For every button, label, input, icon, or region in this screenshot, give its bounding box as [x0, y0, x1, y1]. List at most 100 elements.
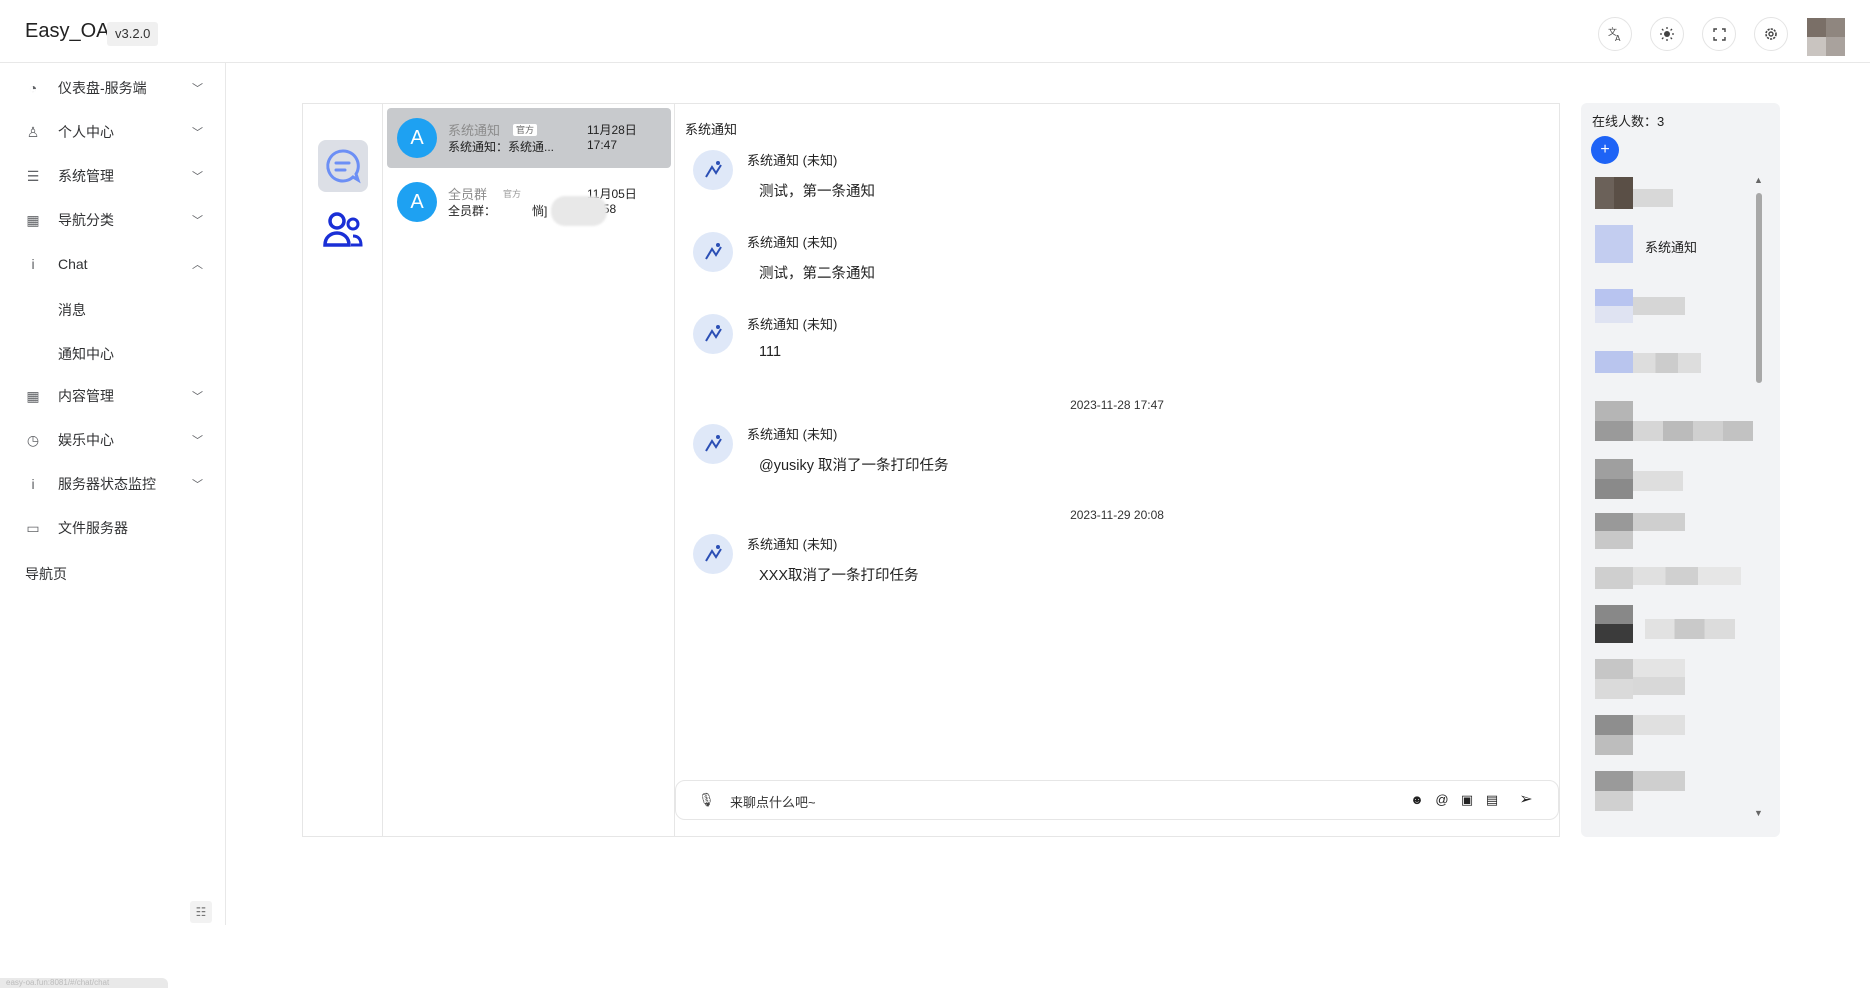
mention-icon[interactable]: @	[1432, 790, 1452, 810]
avatar: A	[397, 182, 437, 222]
chevron-down-icon: ﹀	[192, 127, 203, 139]
user-avatar[interactable]	[1807, 18, 1845, 56]
status-url: easy-oa.fun:8081/#/chat/chat	[0, 978, 168, 988]
bot-avatar	[693, 314, 733, 354]
sidebar-item-label: 文件服务器	[58, 520, 128, 536]
user-icon: ♙	[26, 123, 40, 140]
official-badge: 官方	[513, 124, 538, 136]
chat-bubble-icon[interactable]	[318, 140, 368, 192]
preview-text: 全员群：	[448, 204, 497, 218]
sidebar-item-server-monitor[interactable]: i 服务器状态监控 ﹀	[0, 462, 226, 506]
app-title: Easy_OA	[25, 20, 110, 42]
chevron-down-icon: ﹀	[192, 391, 203, 403]
add-button[interactable]: +	[1591, 136, 1619, 164]
sidebar-item-nav-category[interactable]: ▦ 导航分类 ﹀	[0, 198, 226, 242]
contacts-icon[interactable]	[318, 204, 368, 254]
image-icon[interactable]: ▣	[1457, 790, 1477, 810]
sidebar-item-nav-page[interactable]: 导航页	[25, 564, 67, 584]
svg-text:A: A	[1615, 34, 1621, 42]
sidebar-item-chat[interactable]: i Chat ︿	[0, 242, 226, 286]
sidebar-item-label: 仪表盘-服务端	[58, 80, 147, 96]
conversation-date: 11月28日	[587, 123, 637, 137]
sidebar-item-profile[interactable]: ♙ 个人中心 ﹀	[0, 110, 226, 154]
message-item: 系统通知 (未知) 测试，第一条通知	[693, 150, 1543, 220]
sidebar-item-entertainment[interactable]: ◷ 娱乐中心 ﹀	[0, 418, 226, 462]
dashboard-icon: ◔	[28, 80, 38, 96]
theme-icon[interactable]	[1650, 17, 1684, 51]
conversation-time: 11月28日 17:47	[587, 123, 637, 153]
online-list-scrollbar[interactable]: ▲ ▼	[1752, 175, 1766, 827]
sidebar-item-content[interactable]: ▦ 内容管理 ﹀	[0, 374, 226, 418]
message-date: 2023-11-28 17:47	[1070, 398, 1164, 412]
message-sender: 系统通知 (未知)	[747, 537, 838, 552]
sidebar-item-label: 娱乐中心	[58, 432, 114, 448]
translate-icon[interactable]: 文A	[1598, 17, 1632, 51]
list-item[interactable]	[1591, 561, 1761, 601]
folder-icon: ▭	[26, 519, 40, 536]
sidebar-item-label: 系统管理	[58, 168, 114, 184]
chevron-up-icon: ︿	[192, 259, 203, 271]
message-text: 测试，第一条通知	[759, 184, 875, 200]
info-icon: i	[31, 256, 35, 272]
list-item[interactable]	[1591, 771, 1761, 811]
message-item: 系统通知 (未知) 111	[693, 314, 1543, 384]
list-item[interactable]	[1591, 401, 1761, 441]
list-item[interactable]	[1591, 659, 1761, 699]
chevron-down-icon: ﹀	[192, 435, 203, 447]
scroll-up-icon[interactable]: ▲	[1754, 175, 1763, 185]
list-item[interactable]	[1591, 177, 1761, 217]
online-user-name: 系统通知	[1645, 240, 1698, 255]
list-item[interactable]	[1591, 289, 1761, 329]
scrollbar-thumb[interactable]	[1756, 193, 1762, 383]
list-item[interactable]	[1591, 513, 1761, 553]
settings-icon[interactable]	[1754, 17, 1788, 51]
message-date: 2023-11-29 20:08	[1070, 508, 1164, 522]
sidebar-item-dashboard[interactable]: ◔ 仪表盘-服务端 ﹀	[0, 66, 226, 110]
list-item[interactable]	[1591, 605, 1761, 645]
message-sender: 系统通知 (未知)	[747, 427, 838, 442]
fullscreen-icon[interactable]	[1702, 17, 1736, 51]
chat-container: A 系统通知 官方 系统通知：系统通... 11月28日 17:47 A 全员群 …	[302, 103, 1560, 837]
conversation-name: 全员群	[448, 187, 488, 202]
conversation-item[interactable]: A 全员群 官方 全员群：惝] 11月05日11:58	[387, 172, 671, 232]
collapse-sidebar-icon[interactable]: ☷	[190, 901, 212, 923]
official-badge: 官方	[503, 189, 522, 199]
message-text: 111	[759, 344, 782, 360]
list-item[interactable]: 系统通知	[1591, 225, 1761, 265]
emoji-icon[interactable]: ☻	[1407, 790, 1427, 810]
message-sender: 系统通知 (未知)	[747, 153, 838, 168]
list-item[interactable]	[1591, 459, 1761, 499]
conversation-preview: 全员群： 惝]	[448, 202, 547, 219]
preview-tail: 惝]	[532, 204, 548, 218]
conversation-name: 系统通知	[448, 123, 501, 138]
message-input[interactable]: 来聊点什么吧~	[730, 792, 816, 811]
version-badge: v3.2.0	[107, 22, 159, 46]
file-icon[interactable]: ▤	[1482, 790, 1502, 810]
send-icon[interactable]: ➢	[1516, 790, 1536, 810]
menu-icon: ☰	[26, 167, 40, 184]
conversation-preview: 系统通知：系统通...	[448, 140, 555, 154]
sidebar-item-system[interactable]: ☰ 系统管理 ﹀	[0, 154, 226, 198]
scroll-down-icon[interactable]: ▼	[1754, 808, 1763, 818]
message-text: XXX取消了一条打印任务	[759, 568, 919, 584]
bot-avatar	[693, 424, 733, 464]
top-header: Easy_OA v3.2.0 文A	[0, 0, 1870, 63]
list-item[interactable]	[1591, 715, 1761, 755]
conversation-item[interactable]: A 系统通知 官方 系统通知：系统通... 11月28日 17:47	[387, 108, 671, 168]
list-item[interactable]	[1591, 351, 1761, 391]
sidebar-subitem-messages[interactable]: 消息	[58, 300, 86, 320]
bot-avatar	[693, 534, 733, 574]
chevron-down-icon: ﹀	[192, 215, 203, 227]
online-users-panel: 在线人数：3 + 系统通知	[1581, 103, 1780, 837]
sidebar-item-file-server[interactable]: ▭ 文件服务器	[0, 506, 226, 550]
microphone-icon[interactable]: 🎙	[698, 792, 715, 808]
message-text: @yusiky 取消了一条打印任务	[759, 458, 949, 474]
message-item: 系统通知 (未知) @yusiky 取消了一条打印任务	[693, 424, 1543, 494]
blurred-region	[551, 196, 607, 226]
message-input-bar[interactable]: 🎙 来聊点什么吧~ ☻ @ ▣ ▤ ➢	[675, 780, 1559, 820]
message-pane: 系统通知 系统通知 (未知) 测试，第一条通知 系统通知 (未知) 测试，第二条…	[675, 104, 1559, 836]
message-sender: 系统通知 (未知)	[747, 235, 838, 250]
sidebar-subitem-notification-center[interactable]: 通知中心	[58, 344, 114, 364]
grid-icon: ▦	[26, 211, 40, 228]
conversation-clock: 17:47	[587, 138, 618, 152]
